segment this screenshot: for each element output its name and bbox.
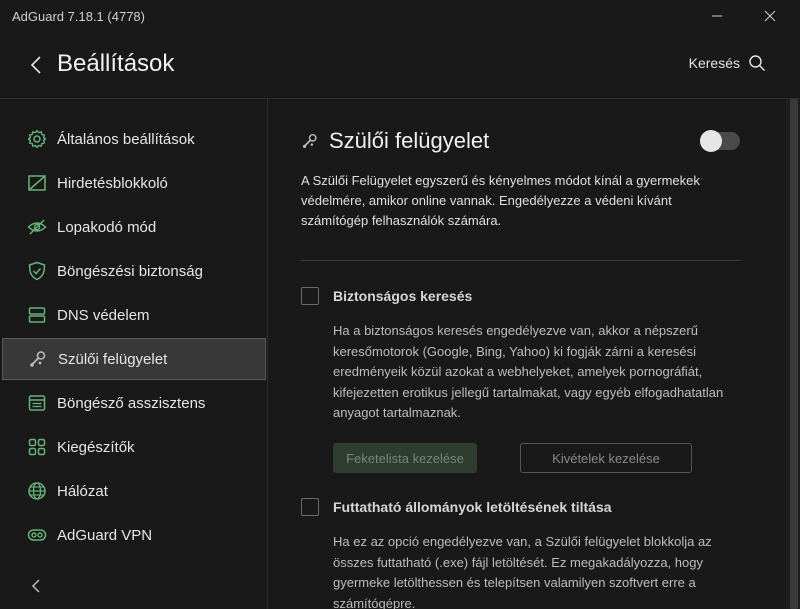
search-button[interactable]: Keresés	[689, 54, 766, 72]
sidebar-item-extensions[interactable]: Kiegészítők	[2, 426, 266, 468]
grid-icon	[26, 436, 48, 458]
sidebar-item-label: Böngészési biztonság	[57, 262, 203, 280]
sidebar-item-label: DNS védelem	[57, 306, 150, 324]
eye-off-icon	[26, 216, 48, 238]
minimize-icon	[712, 15, 722, 17]
rattle-icon	[302, 133, 317, 149]
search-icon	[749, 55, 766, 72]
sidebar-item-adguard-vpn[interactable]: AdGuard VPN	[2, 514, 266, 556]
toggle-knob	[700, 130, 722, 152]
manage-exceptions-button[interactable]: Kivételek kezelése	[520, 443, 692, 473]
main-content: Szülői felügyelet A Szülői Felügyelet eg…	[268, 99, 786, 609]
sidebar-item-parental-control[interactable]: Szülői felügyelet	[2, 338, 266, 380]
close-icon	[764, 10, 776, 22]
sidebar: Általános beállítások Hirdetésblokkoló L…	[0, 99, 267, 609]
vpn-icon	[26, 524, 48, 546]
sidebar-item-label: AdGuard VPN	[57, 526, 153, 544]
sidebar-item-label: Általános beállítások	[57, 130, 195, 148]
shield-check-icon	[26, 260, 48, 282]
section-separator	[301, 260, 741, 261]
block-executables-description: Ha ez az opció engedélyezve van, a Szülő…	[333, 534, 712, 609]
safe-search-title: Biztonságos keresés	[333, 288, 473, 304]
rattle-icon	[27, 348, 49, 370]
globe-icon	[26, 480, 48, 502]
content-scrollbar[interactable]	[786, 99, 800, 609]
search-label: Keresés	[688, 55, 740, 71]
sidebar-item-browser-assistant[interactable]: Böngésző asszisztens	[2, 382, 266, 424]
sidebar-item-general-settings[interactable]: Általános beállítások	[2, 118, 266, 160]
section-title: Szülői felügyelet	[329, 128, 490, 153]
sidebar-item-label: Hirdetésblokkoló	[57, 174, 168, 192]
sidebar-item-label: Kiegészítők	[57, 438, 135, 456]
page-title: Beállítások	[57, 50, 175, 77]
gear-icon	[26, 128, 48, 150]
title-bar: AdGuard 7.18.1 (4778)	[0, 0, 800, 32]
manage-blacklist-button[interactable]: Feketelista kezelése	[333, 443, 477, 473]
header: Beállítások Keresés	[0, 32, 800, 98]
server-icon	[26, 304, 48, 326]
minimize-button[interactable]	[694, 0, 740, 32]
chevron-left-icon	[30, 56, 41, 74]
sidebar-item-ad-blocker[interactable]: Hirdetésblokkoló	[2, 162, 266, 204]
block-executables-checkbox[interactable]	[301, 498, 319, 516]
back-button[interactable]	[26, 52, 46, 78]
window-title: AdGuard 7.18.1 (4778)	[12, 9, 145, 24]
scrollbar-thumb[interactable]	[790, 99, 798, 609]
sidebar-item-label: Böngésző asszisztens	[57, 394, 206, 412]
close-window-button[interactable]	[740, 0, 800, 32]
section-description: A Szülői Felügyelet egyszerű és kényelme…	[301, 173, 700, 228]
sidebar-item-label: Hálózat	[57, 482, 108, 500]
sidebar-item-network[interactable]: Hálózat	[2, 470, 266, 512]
sidebar-item-dns-protection[interactable]: DNS védelem	[2, 294, 266, 336]
parental-control-toggle[interactable]	[700, 130, 740, 152]
sidebar-item-label: Szülői felügyelet	[58, 350, 168, 368]
sidebar-item-stealth-mode[interactable]: Lopakodó mód	[2, 206, 266, 248]
safe-search-checkbox[interactable]	[301, 287, 319, 305]
browser-icon	[26, 392, 48, 414]
chevron-left-icon	[31, 579, 40, 593]
collapse-sidebar-button[interactable]	[26, 576, 46, 596]
sidebar-item-browsing-security[interactable]: Böngészési biztonság	[2, 250, 266, 292]
safe-search-description: Ha a biztonságos keresés engedélyezve va…	[333, 323, 724, 420]
sidebar-item-label: Lopakodó mód	[57, 218, 157, 236]
block-executables-title: Futtatható állományok letöltésének tiltá…	[333, 499, 612, 515]
ad-block-icon	[26, 172, 48, 194]
